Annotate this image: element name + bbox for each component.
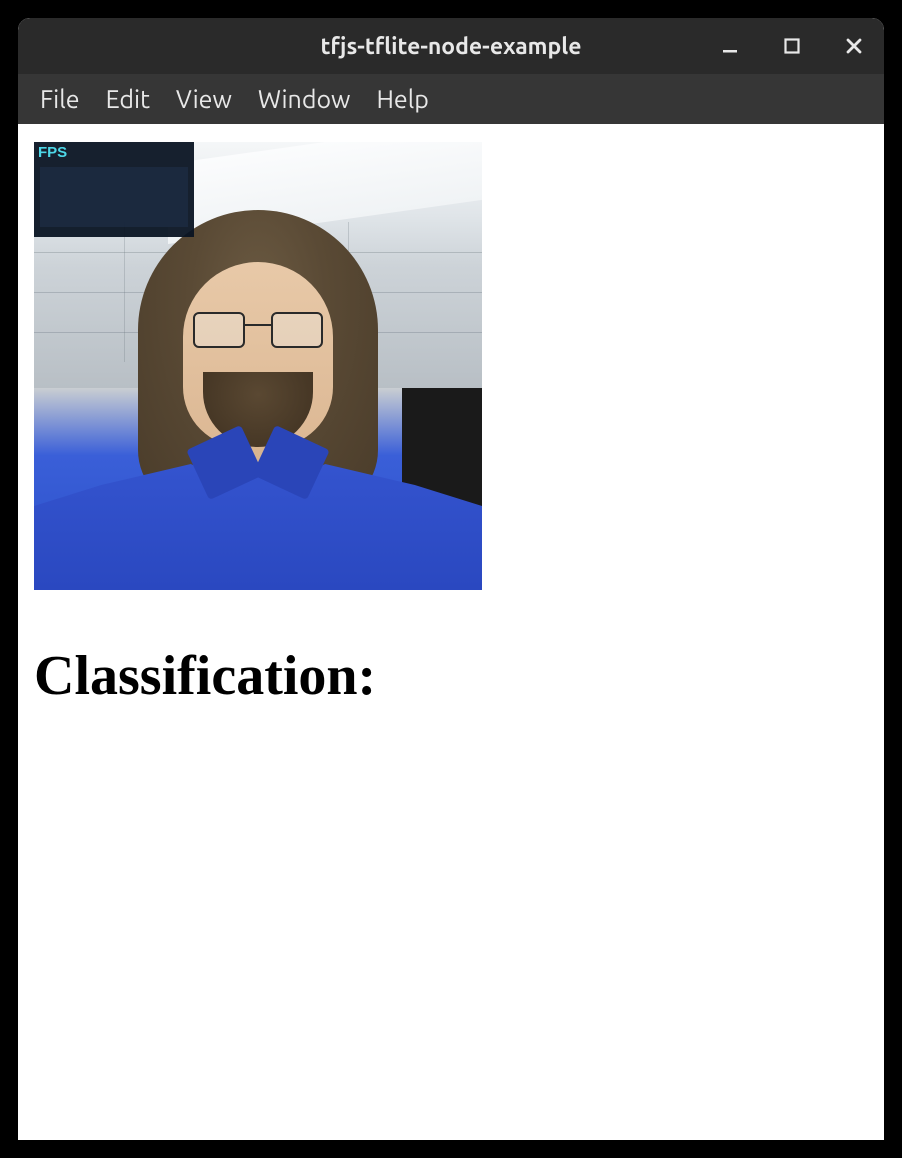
menu-window[interactable]: Window — [248, 79, 361, 119]
window-title: tfjs-tflite-node-example — [320, 34, 581, 59]
content-area: FPS Classification: — [18, 124, 884, 1140]
app-window: tfjs-tflite-node-example File Edit View … — [18, 18, 884, 1140]
fps-overlay: FPS — [34, 142, 194, 237]
classification-heading: Classification: — [34, 644, 884, 708]
menu-file[interactable]: File — [30, 79, 90, 119]
menu-help[interactable]: Help — [366, 79, 438, 119]
maximize-button[interactable] — [780, 34, 804, 58]
titlebar[interactable]: tfjs-tflite-node-example — [18, 18, 884, 74]
minimize-button[interactable] — [718, 34, 742, 58]
webcam-area: FPS — [34, 142, 482, 590]
fps-label: FPS — [34, 142, 194, 163]
menu-view[interactable]: View — [166, 79, 242, 119]
menu-edit[interactable]: Edit — [96, 79, 160, 119]
fps-graph — [40, 167, 188, 227]
close-button[interactable] — [842, 34, 866, 58]
titlebar-controls — [718, 18, 866, 74]
menubar: File Edit View Window Help — [18, 74, 884, 124]
